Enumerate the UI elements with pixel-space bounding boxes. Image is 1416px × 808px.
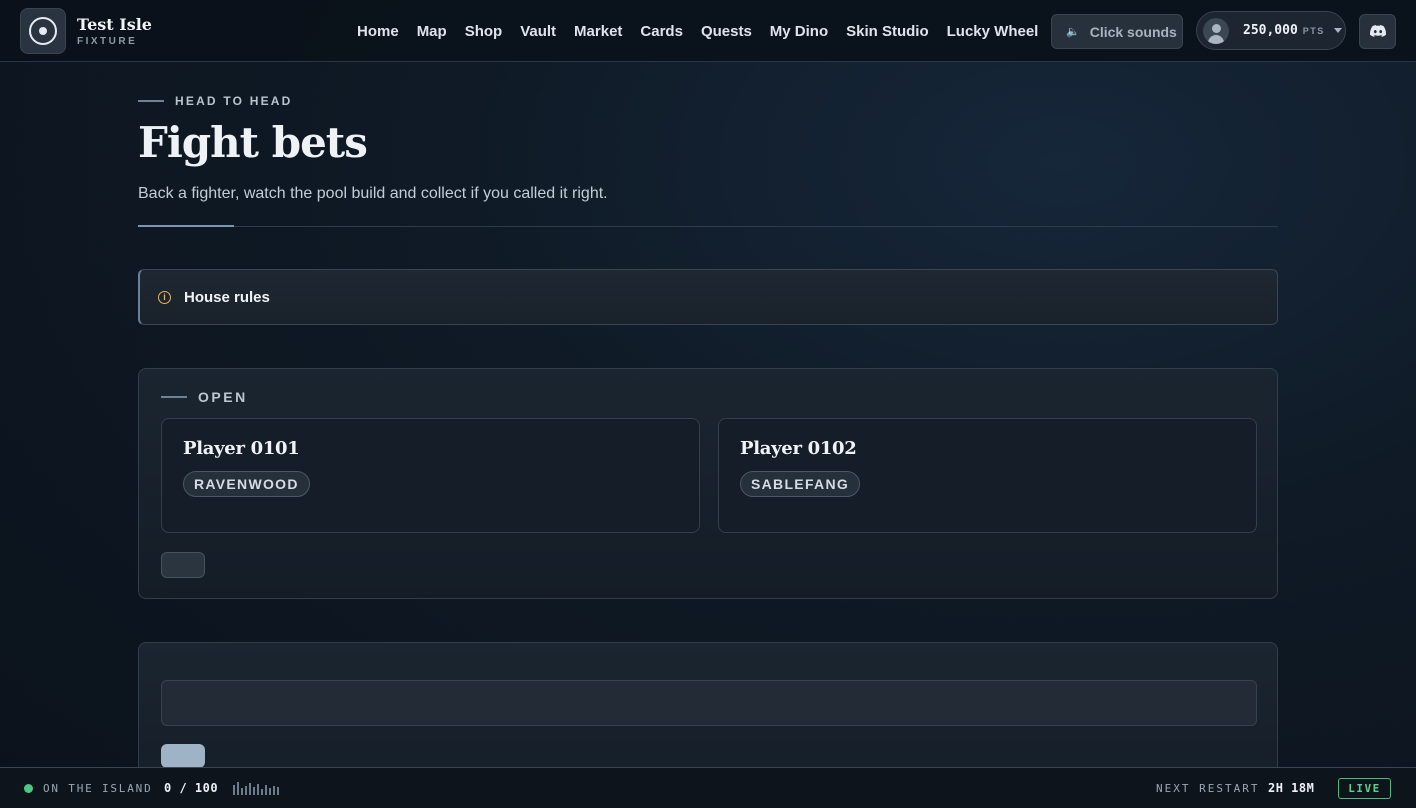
speaker-icon: 🔈 xyxy=(1066,26,1080,38)
eyebrow-label: HEAD TO HEAD xyxy=(175,94,293,108)
house-rules-label: House rules xyxy=(184,288,270,306)
open-heading: OPEN xyxy=(161,389,248,405)
fighter-name: Player 0101 xyxy=(183,438,300,459)
nav-item-market[interactable]: Market xyxy=(574,23,622,40)
brand-name: Test Isle xyxy=(77,14,152,34)
discord-icon xyxy=(1369,25,1386,37)
open-heading-label: OPEN xyxy=(198,389,248,405)
open-fight-card: OPEN Player 0101 RAVENWOOD Player 0102 S… xyxy=(138,368,1278,599)
online-status-dot xyxy=(24,784,33,793)
points-unit: PTS xyxy=(1302,25,1325,36)
nav-item-skin-studio[interactable]: Skin Studio xyxy=(846,23,929,40)
discord-button[interactable] xyxy=(1359,14,1396,49)
next-restart-label: NEXT RESTART xyxy=(1156,782,1260,795)
points-menu[interactable]: 250,000 PTS xyxy=(1196,11,1346,50)
fighter-name: Player 0102 xyxy=(740,438,857,459)
brand-subtitle: FIXTURE xyxy=(77,35,138,47)
fighter-tag: RAVENWOOD xyxy=(183,471,310,497)
fighter-card-2[interactable]: Player 0102 SABLEFANG xyxy=(718,418,1257,533)
avatar xyxy=(1203,17,1229,44)
info-icon: i xyxy=(158,290,171,304)
top-bar: Test Isle FIXTURE Home Map Shop Vault Ma… xyxy=(0,0,1416,62)
brand[interactable]: Test Isle FIXTURE xyxy=(20,8,152,54)
section-eyebrow: HEAD TO HEAD xyxy=(138,94,293,108)
click-sounds-label: Click sounds xyxy=(1089,23,1177,40)
activity-bars-icon xyxy=(233,781,279,795)
status-footer: ON THE ISLAND 0 / 100 NEXT RESTART 2H 18… xyxy=(0,767,1416,808)
nav-item-cards[interactable]: Cards xyxy=(640,23,683,40)
house-rules-panel[interactable]: i House rules xyxy=(138,269,1278,325)
page-title: Fight bets xyxy=(138,118,368,167)
nav-item-shop[interactable]: Shop xyxy=(465,23,503,40)
nav-item-home[interactable]: Home xyxy=(357,23,399,40)
divider xyxy=(138,226,1278,227)
nav-item-vault[interactable]: Vault xyxy=(520,23,556,40)
divider-accent xyxy=(138,225,234,227)
fighter-card-1[interactable]: Player 0101 RAVENWOOD xyxy=(161,418,700,533)
nav-item-quests[interactable]: Quests xyxy=(701,23,752,40)
nav-item-map[interactable]: Map xyxy=(417,23,447,40)
on-island-count: 0 / 100 xyxy=(164,781,219,795)
nav-item-lucky-wheel[interactable]: Lucky Wheel xyxy=(947,23,1039,40)
fight-action-button[interactable] xyxy=(161,552,205,578)
next-restart-time: 2H 18M xyxy=(1268,781,1315,795)
points-value: 250,000 xyxy=(1243,23,1298,38)
page-subtitle: Back a fighter, watch the pool build and… xyxy=(138,185,608,202)
fighter-tag: SABLEFANG xyxy=(740,471,861,497)
bet-amount-input[interactable] xyxy=(161,680,1257,726)
live-badge: LIVE xyxy=(1338,778,1391,799)
main-nav: Home Map Shop Vault Market Cards Quests … xyxy=(357,0,1056,62)
nav-item-my-dino[interactable]: My Dino xyxy=(770,23,828,40)
on-island-label: ON THE ISLAND xyxy=(43,782,153,795)
chevron-down-icon xyxy=(1333,28,1342,33)
place-bet-button[interactable] xyxy=(161,744,205,768)
brand-logo-icon xyxy=(20,8,66,54)
click-sounds-button[interactable]: 🔈 Click sounds xyxy=(1051,14,1183,49)
